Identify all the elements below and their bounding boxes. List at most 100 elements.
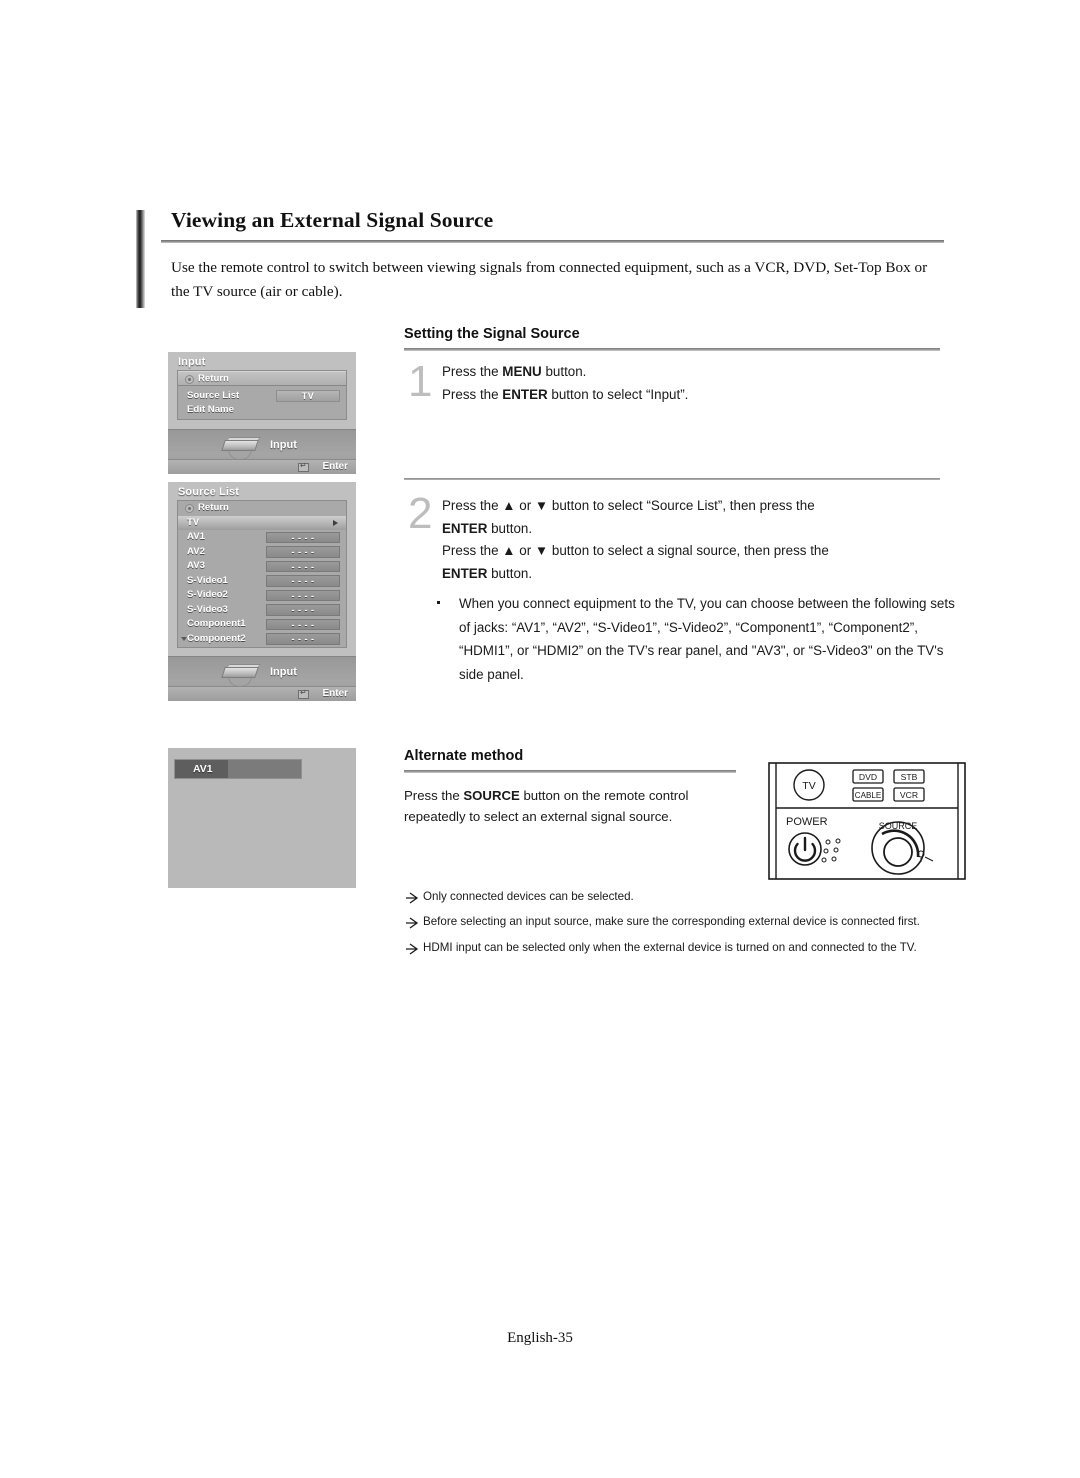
osd-footer-label: Input [270,439,297,451]
osd-enter-label: Enter [322,688,348,699]
enter-key-icon [298,461,309,472]
return-icon [185,375,194,384]
alternate-line-2: repeatedly to select an external signal … [404,809,673,824]
chevron-right-icon [333,519,338,526]
osd-input-row-label: Source List [187,389,240,401]
osd-input-row-source-list[interactable]: Source List TV [178,389,346,404]
alternate-line-1: Press the SOURCE button on the remote co… [404,788,689,803]
osd-src-row-value: - - - - [266,575,340,587]
step-2-number: 2 [408,489,433,538]
osd-footer-label: Input [270,666,297,678]
step-2-line-1: Press the ▲ or ▼ button to select “Sourc… [442,498,815,513]
page-footer: English-35 [507,1330,573,1346]
step-2-line-4: ENTER button. [442,565,533,581]
osd-src-row-value: - - - - [266,546,340,558]
remote-cable-button-label: CABLE [855,791,882,800]
set-top-box-icon [220,437,264,460]
remote-vcr-button-label: VCR [900,790,918,800]
osd-src-row-component2[interactable]: Component2 - - - - [178,632,346,647]
osd-input-footer: Input Enter [168,429,356,474]
return-icon [185,504,194,513]
osd-src-row-value: - - - - [266,560,340,572]
step-1-line-2: Press the ENTER button to select “Input”… [442,386,689,402]
osd-src-row-label: S-Video3 [187,603,228,615]
step-2-line-2: ENTER button. [442,520,533,536]
note-item-1: Only connected devices can be selected. [423,890,634,903]
osd-src-row-value: - - - - [266,589,340,601]
step-1-number: 1 [408,357,433,406]
osd-input-row-return[interactable]: Return [178,371,346,386]
osd-src-row-label: AV3 [187,560,205,571]
setting-section-divider [404,348,940,351]
arrow-note-icon [406,916,420,929]
arrow-down-icon: ▼ [534,543,549,558]
osd-src-row-av2[interactable]: AV2 - - - - [178,545,346,560]
step-2-text: Press the ▲ or ▼ button to select “Sourc… [442,495,952,585]
title-divider [161,240,944,243]
osd-input-title: Input [178,356,206,368]
osd-src-row-label: TV [187,516,200,528]
osd-source-list-enter-bar: Enter [168,686,356,701]
osd-src-row-label: Component2 [187,632,246,644]
osd-src-row-value: - - - - [266,618,340,630]
osd-src-row-return[interactable]: Return [178,501,346,516]
osd-source-list-panel: Return TV AV1 - - - - AV2 - - - - AV3 - … [177,500,347,648]
header-accent-bar [136,210,145,308]
alternate-method-text: Press the SOURCE button on the remote co… [404,785,734,827]
osd-src-row-value: - - - - [266,604,340,616]
osd-src-row-label: AV2 [187,545,205,557]
set-top-box-icon [220,664,264,687]
osd-enter-label: Enter [322,461,348,472]
osd-src-row-value: - - - - [266,531,340,543]
osd-src-row-label: Component1 [187,618,246,629]
av-source-label: AV1 [193,763,213,775]
osd-input-enter-bar: Enter [168,459,356,474]
osd-src-row-av3[interactable]: AV3 - - - - [178,559,346,574]
alternate-section-heading: Alternate method [404,748,524,764]
remote-dvd-button-label: DVD [859,772,877,782]
remote-source-label: SOURCE [879,821,918,831]
osd-src-row-label: S-Video2 [187,589,228,600]
arrow-note-icon [406,942,420,955]
osd-src-row-tv[interactable]: TV [178,515,346,530]
osd-src-row-label: S-Video1 [187,574,228,586]
osd-input-row-label: Return [198,373,229,384]
av-preview-block: AV1 [168,748,356,888]
intro-paragraph: Use the remote control to switch between… [171,259,928,300]
arrow-up-icon: ▲ [502,543,516,558]
remote-control-diagram: TV DVD STB CABLE VCR POWER SOURCE [768,762,968,880]
step-1-text: Press the MENU button. Press the ENTER b… [442,361,942,406]
osd-src-row-value: - - - - [266,633,340,645]
arrow-up-icon: ▲ [502,498,516,513]
osd-input-row-label: Edit Name [187,404,234,415]
osd-input-source-value[interactable]: TV [276,390,340,402]
osd-src-row-svideo1[interactable]: S-Video1 - - - - [178,574,346,589]
setting-section-heading: Setting the Signal Source [404,326,580,342]
note-item-3: HDMI input can be selected only when the… [423,941,917,954]
arrow-down-icon: ▼ [534,498,549,513]
osd-src-row-component1[interactable]: Component1 - - - - [178,617,346,632]
osd-input-panel: Return Source List TV Edit Name [177,370,347,420]
note-item-2: Before selecting an input source, make s… [423,915,920,928]
bullet-dot-icon [437,601,440,604]
osd-src-row-svideo2[interactable]: S-Video2 - - - - [178,588,346,603]
osd-source-list-title: Source List [178,486,240,498]
osd-src-row-label: AV1 [187,531,205,542]
remote-power-label: POWER [786,816,828,828]
osd-input-row-edit-name[interactable]: Edit Name [178,403,346,418]
osd-src-row-label: Return [198,502,229,513]
av-source-banner: AV1 [174,759,302,779]
osd-source-list-footer: Input Enter [168,656,356,701]
osd-src-row-svideo3[interactable]: S-Video3 - - - - [178,603,346,618]
remote-stb-button-label: STB [901,772,918,782]
page-title: Viewing an External Signal Source [171,208,494,232]
step-1-line-1: Press the MENU button. [442,364,587,379]
arrow-note-icon [406,891,420,904]
jacks-bullet-text: When you connect equipment to the TV, yo… [459,596,955,682]
osd-input-menu: Input Return Source List TV Edit Name In… [168,352,356,474]
osd-src-row-av1[interactable]: AV1 - - - - [178,530,346,545]
step-divider [404,478,940,480]
alternate-section-divider [404,770,736,773]
step-2-line-3: Press the ▲ or ▼ button to select a sign… [442,543,829,558]
enter-key-icon [298,688,309,699]
